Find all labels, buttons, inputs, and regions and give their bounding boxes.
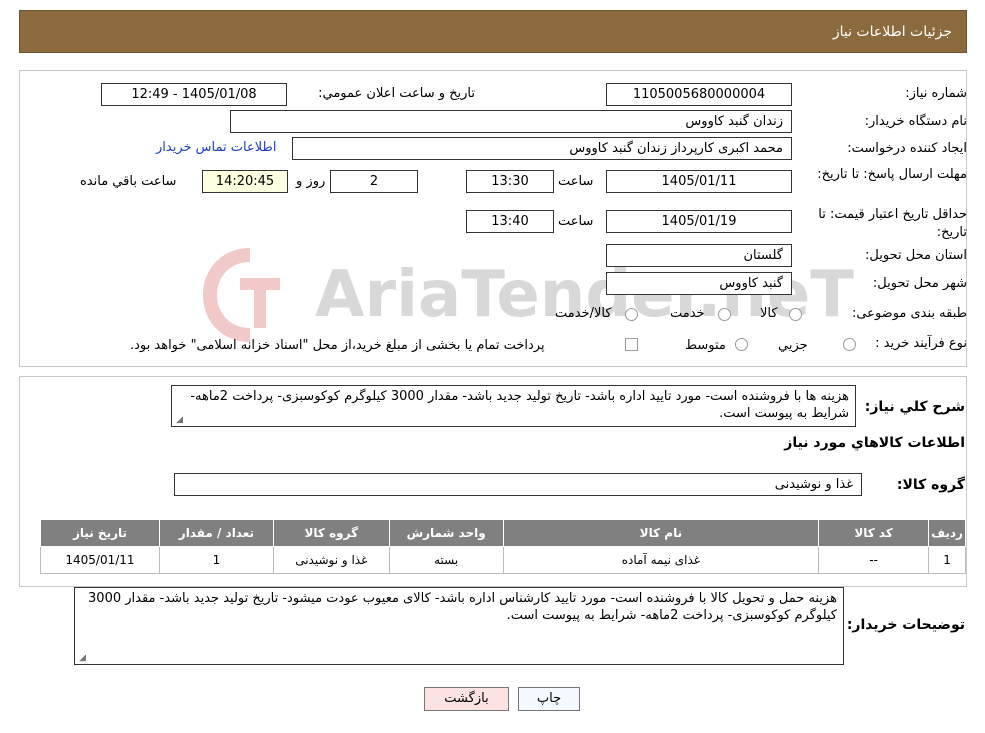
- announce-field: 1405/01/08 - 12:49: [101, 83, 287, 106]
- price-validity-label: حداقل تاریخ اعتبار قیمت: تا تاریخ:: [818, 207, 967, 240]
- contact-buyer-link[interactable]: اطلاعات تماس خریدار: [156, 140, 276, 155]
- goods-group-label: گروه کالا:: [896, 477, 965, 493]
- cell-date: 1405/01/11: [40, 546, 160, 574]
- process-radio-medium[interactable]: [735, 338, 748, 351]
- category-label: طبقه بندی موضوعی:: [851, 306, 967, 321]
- reply-deadline-label: مهلت ارسال پاسخ: تا تاریخ:: [817, 167, 967, 182]
- col-code: کد کالا: [818, 519, 930, 547]
- buyer-org-label: نام دستگاه خریدار:: [864, 114, 967, 129]
- city-label: شهر محل تحویل:: [872, 276, 967, 291]
- buyer-notes-label: توضیحات خریدار:: [846, 617, 965, 633]
- resize-grip-icon[interactable]: ◢: [78, 654, 86, 663]
- days-field: 2: [330, 170, 418, 193]
- col-row: ردیف: [928, 519, 966, 547]
- process-radio-partial[interactable]: [843, 338, 856, 351]
- category-radio-goods[interactable]: [789, 308, 802, 321]
- table-row: 1 -- غذای نیمه آماده بسته غذا و نوشیدنی …: [40, 546, 966, 574]
- price-time-label: ساعت: [558, 214, 594, 229]
- announce-label: تاریخ و ساعت اعلان عمومي:: [318, 86, 475, 101]
- goods-group-field: غذا و نوشیدنی: [174, 473, 862, 496]
- province-label: استان محل تحویل:: [865, 248, 967, 263]
- cell-group: غذا و نوشیدنی: [272, 546, 390, 574]
- category-radio-goods-service[interactable]: [625, 308, 638, 321]
- goods-table-header: ردیف کد کالا نام کالا واحد شمارش گروه کا…: [40, 519, 966, 547]
- cell-quantity: 1: [158, 546, 274, 574]
- buyer-org-field: زندان گنبد کاووس: [230, 110, 792, 133]
- category-option-goods-service: کالا/خدمت: [555, 306, 612, 321]
- treasury-checkbox[interactable]: [625, 338, 638, 351]
- col-group: گروه کالا: [272, 519, 390, 547]
- province-field: گلستان: [606, 244, 792, 267]
- buyer-notes-textarea[interactable]: هزینه حمل و تحویل کالا با فروشنده است- م…: [74, 587, 844, 665]
- col-quantity: تعداد / مقدار: [158, 519, 274, 547]
- need-number-label: شماره نیاز:: [905, 86, 967, 101]
- creator-field: محمد اکبری کارپرداز زندان گنبد کاووس: [292, 137, 792, 160]
- summary-label: شرح كلي نياز:: [864, 399, 965, 415]
- cell-unit: بسته: [388, 546, 504, 574]
- goods-section-title: اطلاعات كالاهاي مورد نياز: [784, 435, 965, 451]
- goods-table: ردیف کد کالا نام کالا واحد شمارش گروه کا…: [40, 519, 966, 574]
- process-note: پرداخت تمام یا بخشی از مبلغ خرید،از محل …: [130, 338, 545, 353]
- process-label: نوع فرآیند خرید :: [875, 336, 967, 351]
- reply-time-label: ساعت: [558, 174, 594, 189]
- reply-time-field: 13:30: [466, 170, 554, 193]
- price-time-field: 13:40: [466, 210, 554, 233]
- category-option-service: خدمت: [670, 306, 705, 321]
- remaining-time-field: 14:20:45: [202, 170, 288, 193]
- cell-name: غذای نیمه آماده: [502, 546, 820, 574]
- process-option-partial: جزيي: [778, 338, 808, 353]
- need-number-field: 1105005680000004: [606, 83, 792, 106]
- cell-row: 1: [928, 546, 966, 574]
- page-header: جزئیات اطلاعات نیاز: [19, 10, 967, 53]
- category-option-goods: کالا: [760, 306, 778, 321]
- col-unit: واحد شمارش: [388, 519, 504, 547]
- summary-textarea[interactable]: هزینه ها با فروشنده است- مورد تایید ادار…: [171, 385, 856, 427]
- category-radio-service[interactable]: [718, 308, 731, 321]
- cell-code: --: [818, 546, 930, 574]
- price-date-field: 1405/01/19: [606, 210, 792, 233]
- process-option-medium: متوسط: [685, 338, 726, 353]
- creator-label: ایجاد کننده درخواست:: [847, 141, 967, 156]
- summary-text: هزینه ها با فروشنده است- مورد تایید ادار…: [190, 389, 849, 421]
- reply-date-field: 1405/01/11: [606, 170, 792, 193]
- watermark-logo-icon: [203, 248, 280, 342]
- col-date: تاریخ نیاز: [40, 519, 160, 547]
- resize-grip-icon[interactable]: ◢: [175, 416, 183, 425]
- print-button[interactable]: چاپ: [518, 687, 580, 711]
- days-label: روز و: [296, 174, 326, 189]
- buyer-notes-text: هزینه حمل و تحویل کالا با فروشنده است- م…: [88, 591, 837, 623]
- back-button[interactable]: بازگشت: [424, 687, 509, 711]
- remaining-label: ساعت باقي مانده: [80, 174, 177, 189]
- page-title: جزئیات اطلاعات نیاز: [832, 24, 952, 40]
- city-field: گنبد کاووس: [606, 272, 792, 295]
- col-name: نام کالا: [502, 519, 820, 547]
